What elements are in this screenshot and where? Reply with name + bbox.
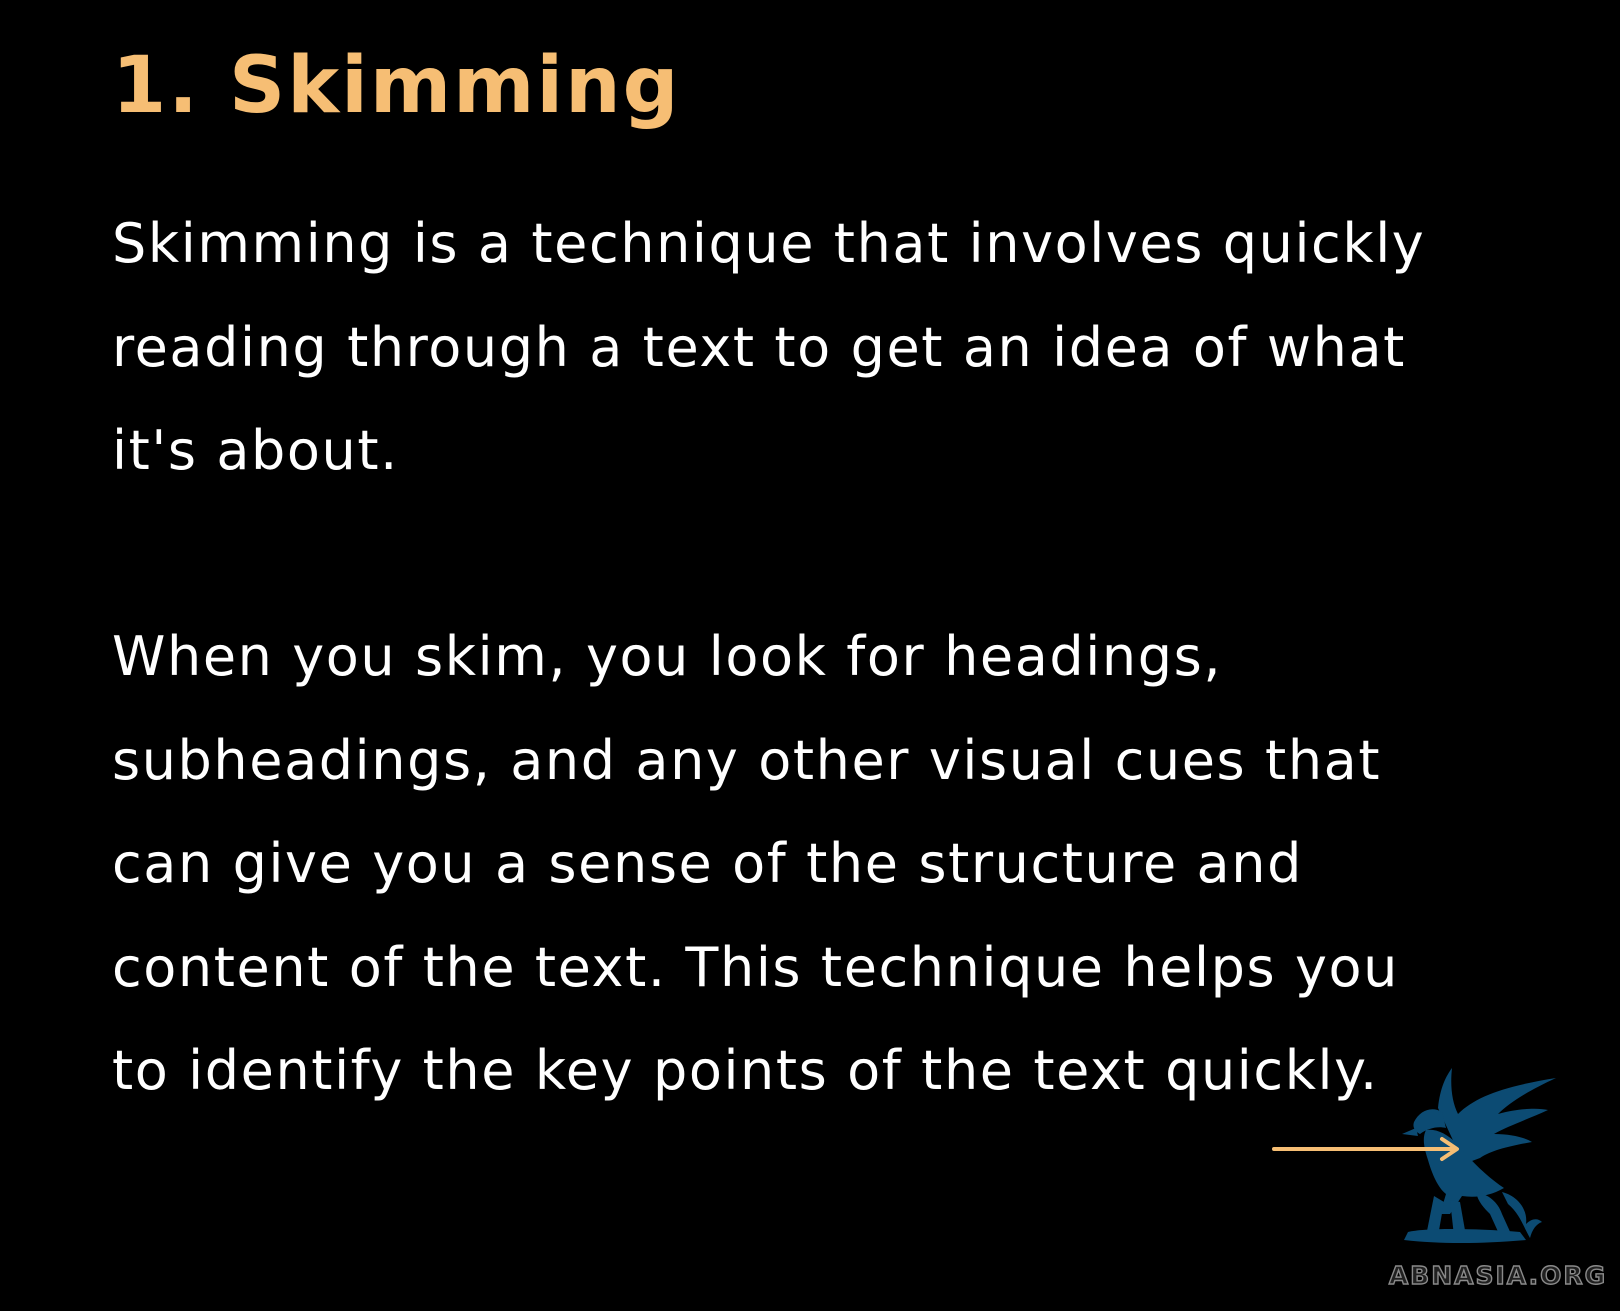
paragraph-line: reading through a text to get an idea of… bbox=[112, 315, 1406, 379]
paragraph-line: can give you a sense of the structure an… bbox=[112, 832, 1303, 895]
paragraph-line: it's about. bbox=[112, 419, 399, 482]
paragraph-line: Skimming is a technique that involves qu… bbox=[112, 212, 1426, 275]
abnasia-watermark: ABNASIA.ORG bbox=[1388, 1260, 1607, 1290]
watermark-text: ABNASIA.ORG bbox=[1389, 1261, 1607, 1290]
paragraph-intro: Skimming is a technique that involves qu… bbox=[112, 192, 1425, 503]
paragraph-details: When you skim, you look for headings, su… bbox=[112, 605, 1399, 1123]
paragraph-line: When you skim, you look for headings, bbox=[112, 625, 1223, 688]
slide: 1. Skimming Skimming is a technique that… bbox=[0, 0, 1620, 1313]
page-title: 1. Skimming bbox=[112, 41, 681, 131]
paragraph-line: to identify the key points of the text q… bbox=[112, 1039, 1379, 1102]
paragraph-line: subheadings, and any other visual cues t… bbox=[112, 728, 1382, 792]
paragraph-line: content of the text. This technique help… bbox=[112, 935, 1399, 999]
arrow-right-icon bbox=[1272, 1137, 1459, 1161]
